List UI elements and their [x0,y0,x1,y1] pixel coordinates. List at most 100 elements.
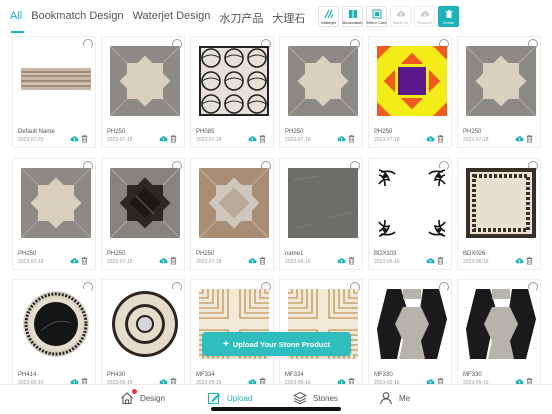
trash-icon[interactable] [525,377,534,384]
nav-me[interactable]: Me [379,391,410,405]
cloud-download-icon [420,11,429,17]
bookmatch-button[interactable]: Bookmatch [342,6,363,27]
design-thumbnail[interactable] [377,168,447,238]
design-date: 2023-07-18 [196,259,222,265]
trash-icon[interactable] [80,377,89,384]
cloud-icon[interactable] [337,134,346,143]
stone-pattern-image [110,46,180,116]
trash-icon[interactable] [169,134,178,143]
upload-stone-button[interactable]: + Upload Your Stone Product [202,332,351,356]
design-card[interactable]: PH414 2023-05-16 [12,279,96,384]
design-card[interactable]: BDX026 2023-05-16 [457,158,541,270]
cloud-icon[interactable] [515,377,524,384]
trash-icon[interactable] [347,134,356,143]
design-card[interactable]: name1 2023-05-16 [279,158,363,270]
trash-icon[interactable] [169,377,178,384]
toolbar: Waterjet Bookmatch Mirror Cant Back Up R… [318,6,459,27]
mirror-cant-button[interactable]: Mirror Cant [366,6,387,27]
design-thumbnail[interactable] [288,46,358,116]
design-thumbnail[interactable] [110,168,180,238]
tab-waterjet-design[interactable]: Waterjet Design [133,10,211,26]
cloud-icon[interactable] [515,256,524,265]
stone-pattern-image [110,168,180,238]
stone-pattern-image [466,289,536,359]
cloud-icon[interactable] [248,256,257,265]
design-card[interactable]: PH250 2023-07-18 [101,158,185,270]
cloud-icon[interactable] [70,377,79,384]
design-card[interactable]: PH250 2023-07-18 [190,158,274,270]
design-thumbnail[interactable] [199,168,269,238]
design-thumbnail[interactable] [466,46,536,116]
design-thumbnail[interactable] [110,289,180,359]
user-icon [380,392,392,405]
trash-icon[interactable] [436,377,445,384]
design-card[interactable]: PH250 2023-07-18 [279,36,363,148]
design-card[interactable]: PH250 2023-07-18 [457,36,541,148]
trash-icon[interactable] [525,134,534,143]
cloud-icon[interactable] [426,134,435,143]
trash-icon[interactable] [80,134,89,143]
trash-icon[interactable] [258,377,267,384]
design-thumbnail[interactable] [199,46,269,116]
design-name: name1 [285,251,304,257]
design-thumbnail[interactable] [288,168,358,238]
trash-icon[interactable] [436,256,445,265]
cloud-icon[interactable] [248,377,257,384]
design-name: PH250 [374,129,393,135]
cloud-icon[interactable] [337,256,346,265]
trash-icon[interactable] [169,256,178,265]
nav-stones[interactable]: Stones [293,391,338,405]
design-thumbnail[interactable] [21,289,91,359]
design-card[interactable]: PH430 2023-05-16 [101,279,185,384]
trash-icon[interactable] [347,377,356,384]
stone-pattern-image [288,46,358,116]
trash-icon[interactable] [525,256,534,265]
design-card[interactable]: PH085 2023-07-18 [190,36,274,148]
cloud-icon[interactable] [70,134,79,143]
design-thumbnail[interactable] [377,289,447,359]
design-thumbnail[interactable] [466,168,536,238]
nav-design[interactable]: Design [120,389,165,405]
design-thumbnail[interactable] [21,46,91,116]
tab-waterjet-products[interactable]: 水刀产品 [219,10,263,26]
cloud-icon[interactable] [159,256,168,265]
design-thumbnail[interactable] [110,46,180,116]
trash-icon[interactable] [258,256,267,265]
design-card[interactable]: MF330 2023-05-16 [368,279,452,384]
cloud-icon[interactable] [426,256,435,265]
stone-pattern-image [199,46,269,116]
design-card[interactable]: MF330 2023-05-16 [457,279,541,384]
design-card[interactable]: PH250 2023-07-18 [101,36,185,148]
design-name: PH250 [18,251,37,257]
cloud-icon[interactable] [70,256,79,265]
cloud-icon[interactable] [515,134,524,143]
trash-icon[interactable] [80,256,89,265]
stone-pattern-image [466,46,536,116]
back-up-button[interactable]: Back Up [390,6,411,27]
trash-icon[interactable] [436,134,445,143]
cloud-icon[interactable] [248,134,257,143]
waterjet-button[interactable]: Waterjet [318,6,339,27]
design-card[interactable]: PH250 2023-07-18 [368,36,452,148]
tab-marble[interactable]: 大理石 [272,10,305,26]
tab-bookmatch-design[interactable]: Bookmatch Design [31,10,123,26]
nav-upload-label: Upload [227,393,253,403]
recover-label: Recover [417,20,432,25]
cloud-icon[interactable] [337,377,346,384]
cloud-icon[interactable] [426,377,435,384]
cloud-icon[interactable] [159,377,168,384]
design-card[interactable]: BDX103 2023-05-16 [368,158,452,270]
design-card[interactable]: Default Name 2023-07-20 [12,36,96,148]
design-thumbnail[interactable] [21,168,91,238]
recover-button[interactable]: Recover [414,6,435,27]
design-thumbnail[interactable] [377,46,447,116]
trash-icon[interactable] [258,134,267,143]
delete-button[interactable]: Delete [438,6,459,27]
tab-all[interactable]: All [10,10,22,26]
nav-upload[interactable]: Upload [207,391,252,405]
design-card[interactable]: PH250 2023-07-18 [12,158,96,270]
trash-icon[interactable] [347,256,356,265]
design-date: 2023-07-18 [107,137,133,143]
cloud-icon[interactable] [159,134,168,143]
design-thumbnail[interactable] [466,289,536,359]
